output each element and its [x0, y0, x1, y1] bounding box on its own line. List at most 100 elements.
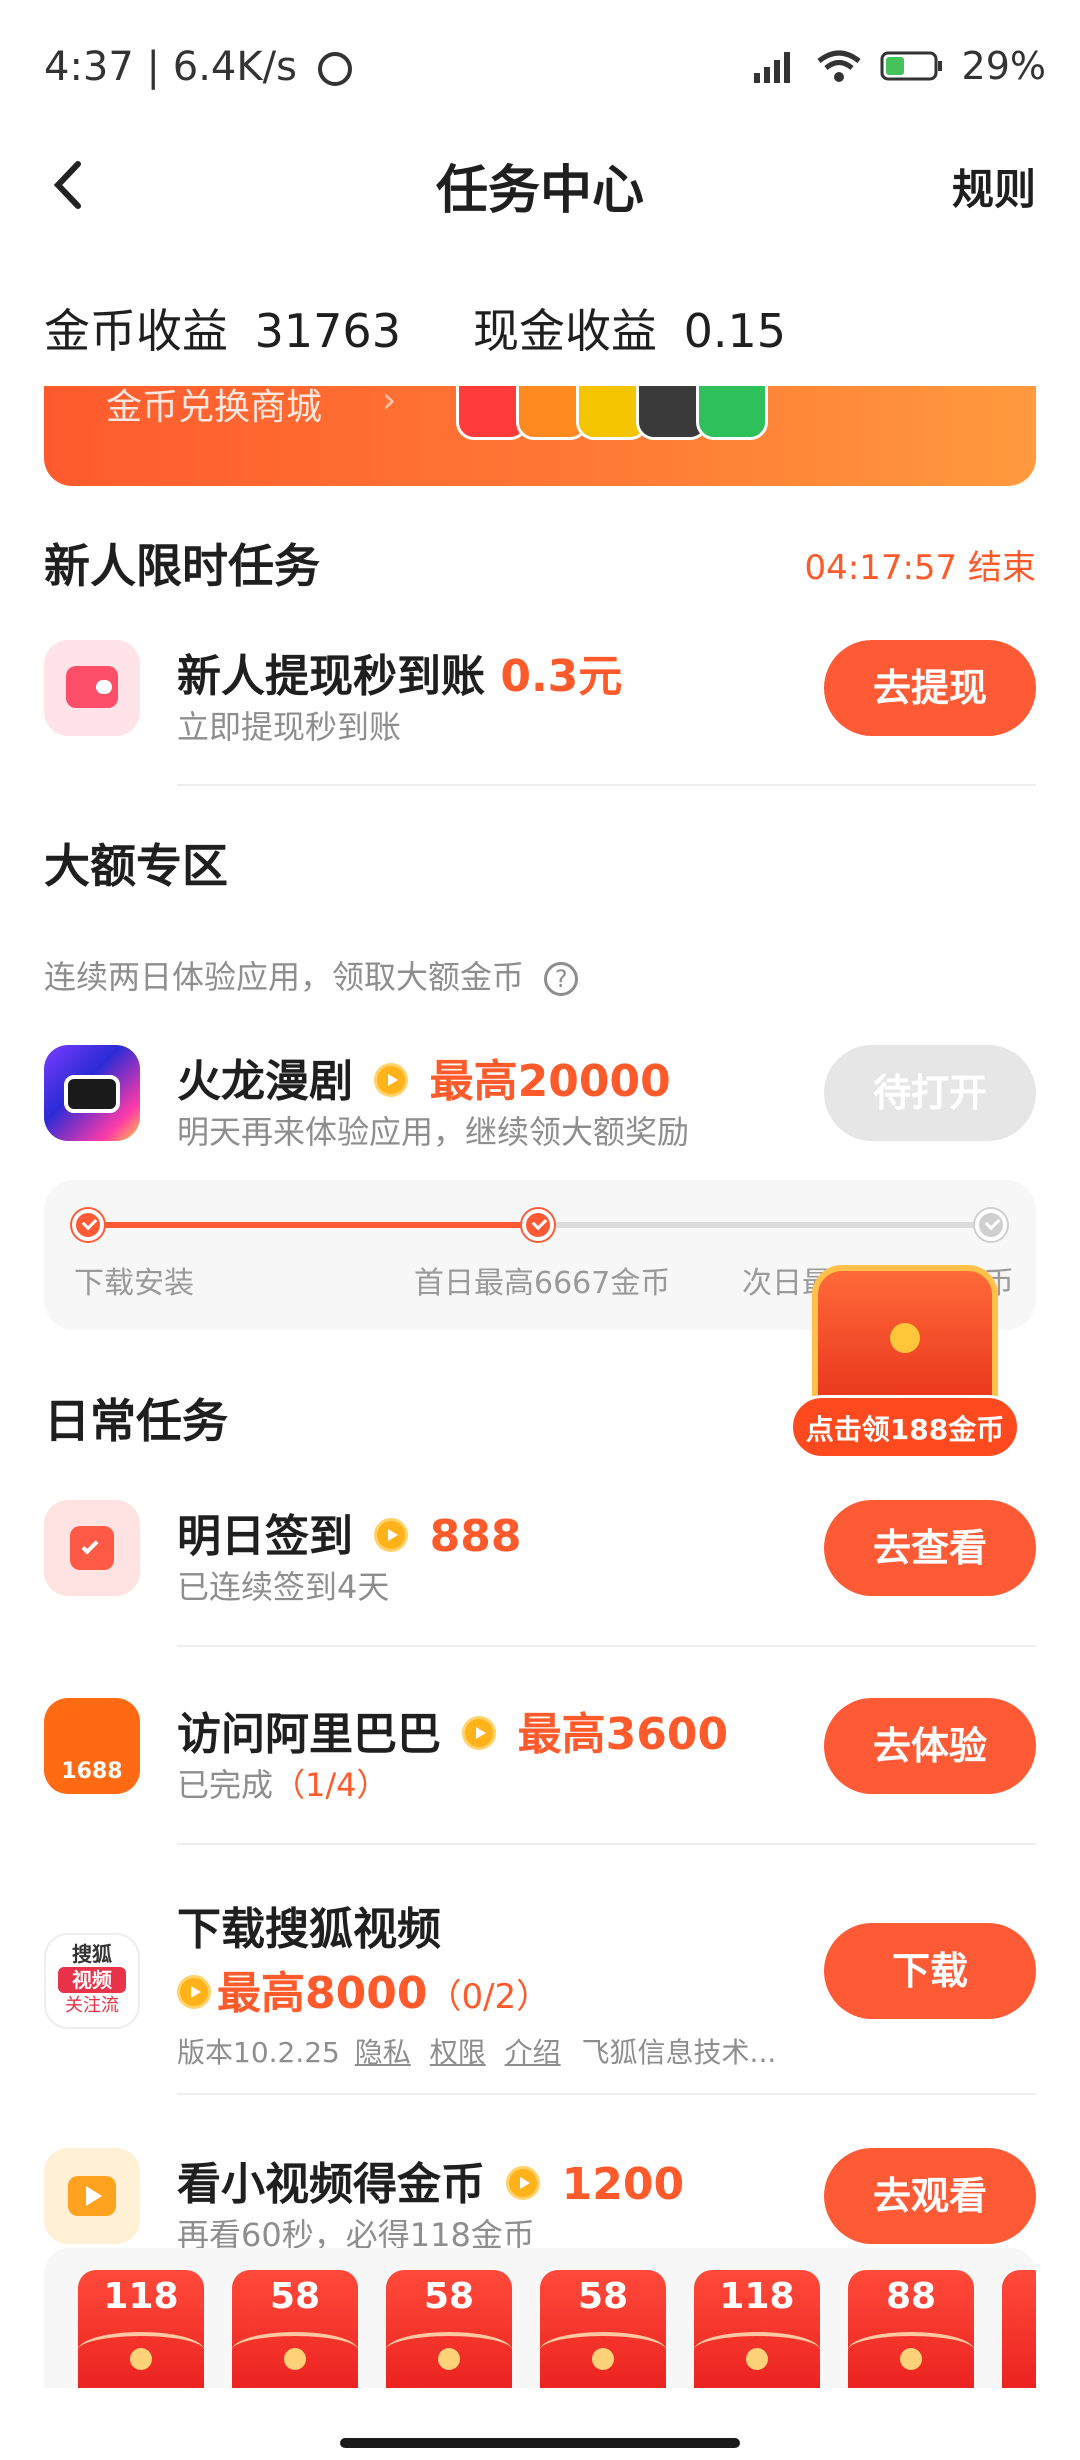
- lock-icon: [130, 2348, 152, 2370]
- task-subtitle: 已完成（1/4）: [177, 1766, 389, 1804]
- divider: [177, 784, 1036, 786]
- alarm-icon: [317, 52, 352, 86]
- home-indicator[interactable]: [340, 2438, 740, 2448]
- task-subtitle: 已连续签到4天: [177, 1568, 390, 1606]
- task-reward: 888: [429, 1511, 522, 1562]
- countdown-timer: 04:17:57 结束: [804, 548, 1036, 588]
- watch-button[interactable]: 去观看: [824, 2148, 1036, 2244]
- task-title: 访问阿里巴巴 最高3600: [177, 1709, 729, 1760]
- task-subtitle: 立即提现秒到账: [177, 708, 402, 746]
- task-progress: （1/4）: [273, 1766, 389, 1804]
- coin-icon: [506, 2166, 541, 2200]
- task-reward: 0.3元: [500, 651, 623, 702]
- divider: [177, 1843, 1036, 1845]
- step-pending-icon: [975, 1209, 1007, 1241]
- cash-earnings[interactable]: 现金收益 0.15: [473, 295, 786, 361]
- task-progress: （0/2）: [427, 1977, 551, 2017]
- coin-icon: [374, 1518, 409, 1552]
- help-icon[interactable]: ?: [544, 962, 579, 996]
- signal-icon: [753, 52, 790, 83]
- wifi-icon: [816, 50, 861, 82]
- lock-icon: [592, 2348, 614, 2370]
- status-time: 4:37: [44, 44, 134, 90]
- withdraw-button[interactable]: 去提现: [824, 640, 1036, 736]
- coin-earnings[interactable]: 金币收益 31763: [44, 295, 401, 361]
- download-button[interactable]: 下载: [824, 1923, 1036, 2019]
- privacy-link[interactable]: 隐私: [355, 2036, 411, 2069]
- experience-button[interactable]: 去体验: [824, 1698, 1036, 1794]
- network-speed: 6.4K/s: [172, 44, 297, 90]
- divider: [177, 1645, 1036, 1647]
- red-packet[interactable]: 58: [386, 2270, 512, 2388]
- task-title: 下载搜狐视频: [177, 1904, 441, 1955]
- treasure-label: 点击领188金币: [790, 1395, 1020, 1459]
- task-alibaba: 1688 访问阿里巴巴 最高3600 已完成（1/4） 去体验: [44, 1698, 1036, 1808]
- battery-icon: [880, 51, 942, 81]
- wallet-icon: [44, 640, 140, 736]
- lock-icon: [900, 2348, 922, 2370]
- permission-link[interactable]: 权限: [430, 2036, 486, 2069]
- big-reward-section-title: 大额专区: [44, 839, 228, 893]
- pending-open-button[interactable]: 待打开: [824, 1045, 1036, 1141]
- cash-earnings-label: 现金收益: [472, 304, 657, 358]
- lock-icon: [284, 2348, 306, 2370]
- red-packet[interactable]: 88: [848, 2270, 974, 2388]
- coin-earnings-value: 31763: [254, 304, 401, 358]
- divider: [177, 2093, 1036, 2095]
- coin-icon: [462, 1716, 497, 1750]
- task-watch-video: 看小视频得金币 1200 再看60秒，必得118金币 去观看: [44, 2148, 1036, 2258]
- task-reward-line: 最高8000（0/2）: [171, 1957, 550, 2021]
- task-title: 新人提现秒到账 0.3元: [177, 651, 623, 702]
- app-icon: [696, 386, 768, 440]
- alibaba-1688-icon: 1688: [44, 1698, 140, 1794]
- big-reward-desc: 连续两日体验应用，领取大额金币 ?: [44, 952, 579, 998]
- red-packet[interactable]: 58: [232, 2270, 358, 2388]
- huolong-app-icon: [44, 1045, 140, 1141]
- banner-app-icons: [456, 386, 768, 440]
- task-reward: 最高8000: [217, 1968, 428, 2019]
- task-newbie-withdraw: 新人提现秒到账 0.3元 立即提现秒到账 去提现: [44, 640, 1036, 780]
- icon-text: 1688: [61, 1759, 123, 1784]
- coin-mall-banner[interactable]: 金币兑换商城 ›: [44, 386, 1036, 486]
- progress-fill: [88, 1222, 538, 1228]
- red-packet[interactable]: 118: [694, 2270, 820, 2388]
- task-reward: 1200: [561, 2159, 685, 2210]
- step-done-icon: [72, 1209, 104, 1241]
- earnings-summary: 金币收益 31763 现金收益 0.15: [44, 295, 786, 361]
- task-reward: 最高20000: [429, 1056, 671, 1107]
- page-title: 任务中心: [435, 161, 644, 221]
- red-packet-row: 118 58 58 58 118 88: [44, 2248, 1036, 2388]
- tv-icon: [44, 2148, 140, 2244]
- cash-earnings-value: 0.15: [683, 304, 787, 358]
- status-bar: 4:37 | 6.4K/s 29%: [0, 0, 1080, 130]
- task-huolong: 火龙漫剧 最高20000 明天再来体验应用，继续领大额奖励 待打开: [44, 1045, 1036, 1155]
- task-subtitle: 明天再来体验应用，继续领大额奖励: [177, 1113, 690, 1151]
- calendar-icon: [44, 1500, 140, 1596]
- task-sohu: 搜狐 视频 关注流 下载搜狐视频 最高8000（0/2） 版本10.2.25 隐…: [44, 1893, 1036, 2073]
- treasure-chest-reward[interactable]: 点击领188金币: [790, 1255, 1020, 1485]
- coin-icon: [177, 1975, 211, 2009]
- status-left: 4:37 | 6.4K/s: [44, 44, 352, 90]
- newbie-section-title: 新人限时任务: [44, 539, 320, 593]
- intro-link[interactable]: 介绍: [505, 2036, 561, 2069]
- task-title: 看小视频得金币 1200: [177, 2159, 685, 2210]
- step-label: 首日最高6667金币: [414, 1266, 671, 1301]
- task-title: 火龙漫剧 最高20000: [177, 1056, 671, 1107]
- rules-button[interactable]: 规则: [952, 156, 1036, 217]
- coin-earnings-label: 金币收益: [44, 304, 228, 358]
- red-packet[interactable]: 58: [540, 2270, 666, 2388]
- developer-name: 飞狐信息技术...: [581, 2036, 777, 2069]
- task-reward: 最高3600: [517, 1709, 729, 1760]
- lock-icon: [438, 2348, 460, 2370]
- chevron-right-icon: ›: [382, 386, 397, 421]
- lock-icon: [746, 2348, 768, 2370]
- task-sign-in: 明日签到 888 已连续签到4天 去查看: [44, 1500, 1036, 1610]
- banner-text: 金币兑换商城: [106, 387, 323, 428]
- nav-bar: 任务中心 规则: [0, 130, 1080, 240]
- red-packet[interactable]: 118: [78, 2270, 204, 2388]
- play-icon: [890, 1323, 920, 1353]
- red-packet-partial[interactable]: [1002, 2270, 1036, 2388]
- status-right: 29%: [752, 44, 1046, 88]
- step-done-icon: [522, 1209, 554, 1241]
- view-button[interactable]: 去查看: [824, 1500, 1036, 1596]
